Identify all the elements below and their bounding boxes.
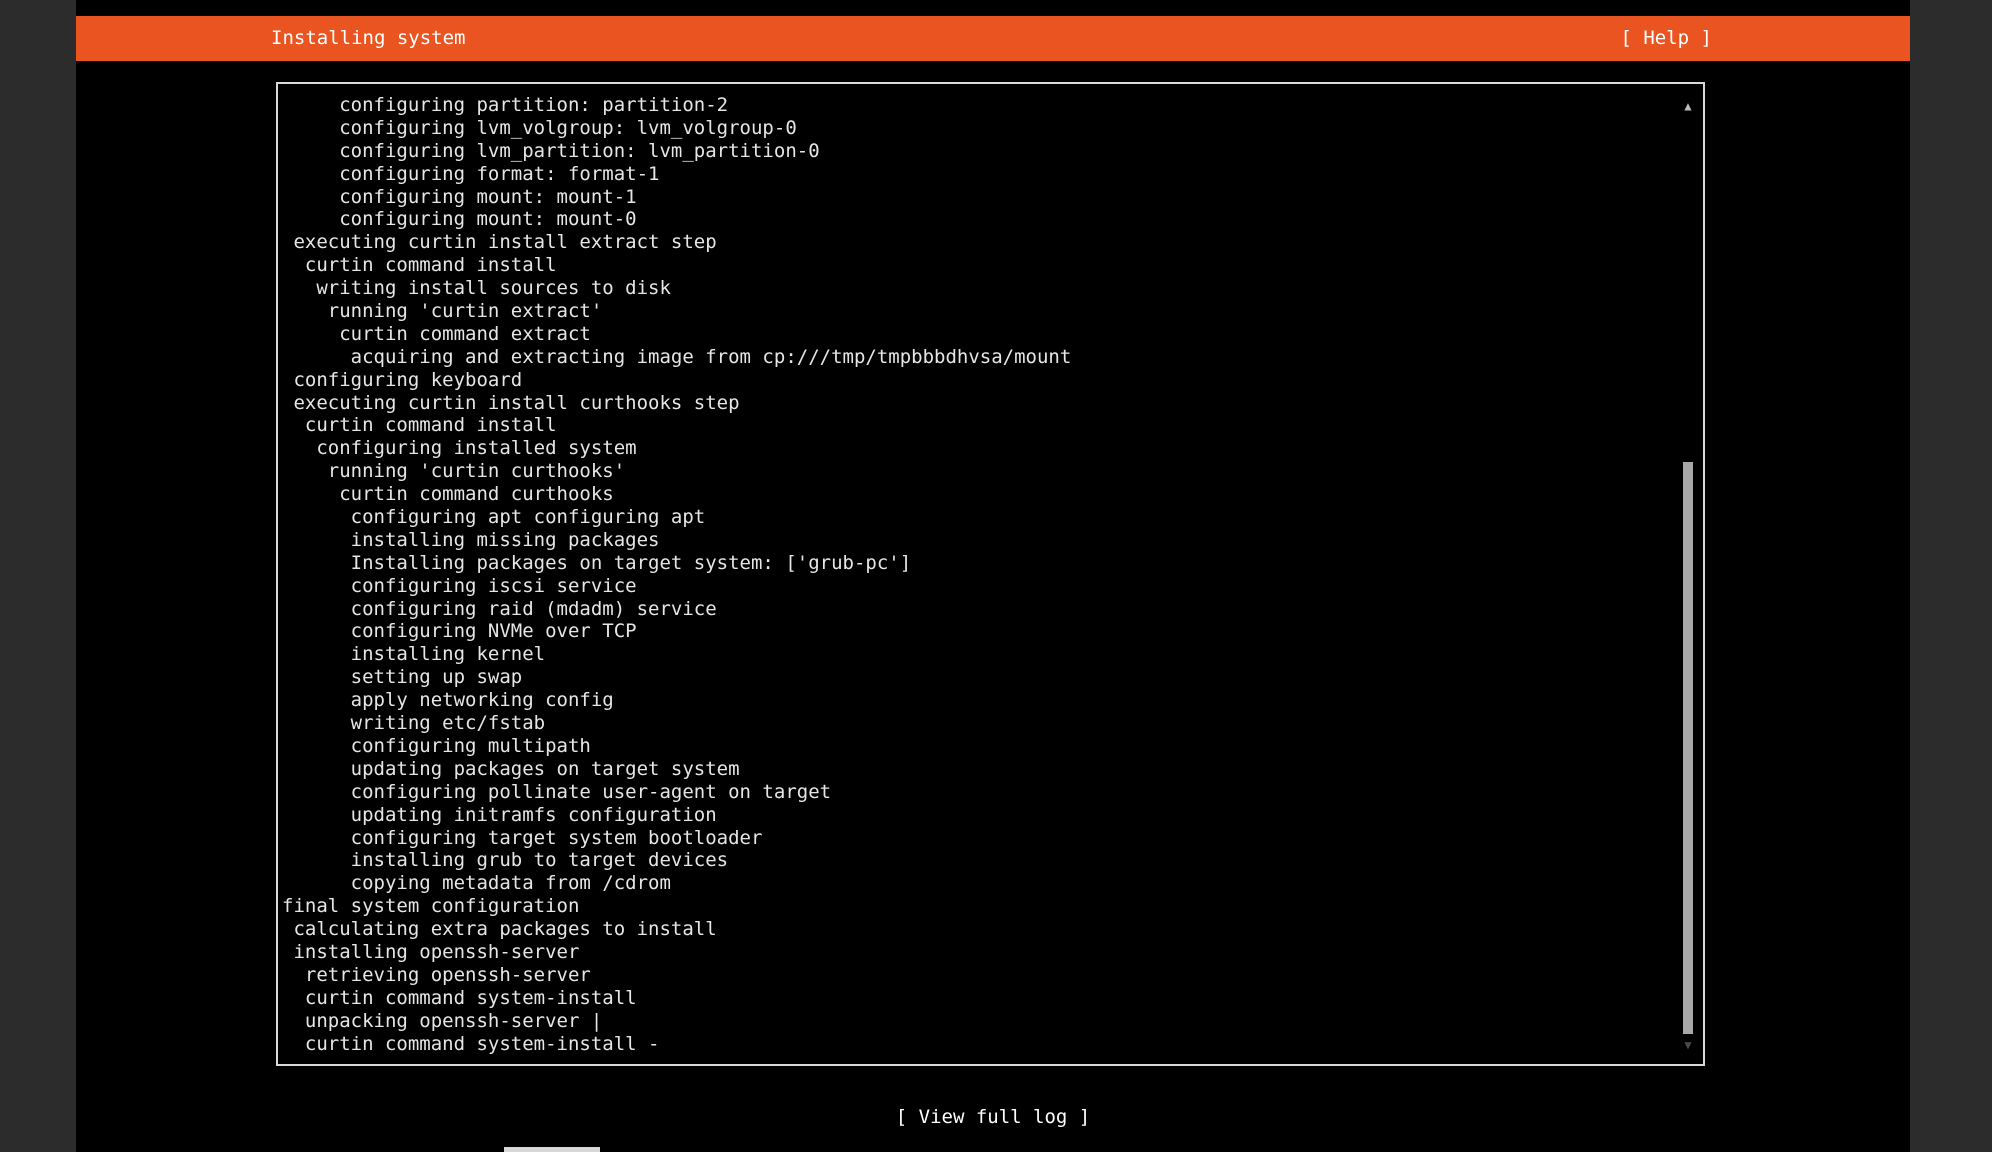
scrollbar-thumb[interactable]: [1683, 462, 1693, 1034]
log-line: curtin command system-install -: [282, 1032, 660, 1055]
log-line: running 'curtin curthooks': [282, 460, 626, 483]
log-line: executing curtin install extract step: [282, 231, 717, 254]
log-line: unpacking openssh-server |: [282, 1009, 603, 1032]
log-line: configuring target system bootloader: [282, 826, 763, 849]
log-line: curtin command extract: [282, 322, 591, 345]
log-line: retrieving openssh-server: [282, 963, 591, 986]
log-line: installing grub to target devices: [282, 849, 729, 872]
log-line: configuring mount: mount-1: [282, 185, 637, 208]
log-line: installing missing packages: [282, 528, 660, 551]
log-line: configuring keyboard: [282, 368, 523, 391]
scroll-down-arrow-icon[interactable]: ▼: [1681, 1038, 1695, 1052]
log-line: curtin command install: [282, 254, 557, 277]
scroll-up-arrow-icon[interactable]: ▲: [1681, 99, 1695, 113]
log-line: setting up swap: [282, 666, 523, 689]
install-log-list: configuring partition: partition-2 confi…: [282, 94, 1662, 1055]
install-log-panel[interactable]: configuring partition: partition-2 confi…: [276, 82, 1705, 1066]
header-bar: Installing system [ Help ]: [76, 16, 1910, 61]
log-line: configuring installed system: [282, 437, 637, 460]
log-line: configuring format: format-1: [282, 162, 660, 185]
log-line: copying metadata from /cdrom: [282, 872, 671, 895]
log-line: installing kernel: [282, 643, 546, 666]
log-line: configuring mount: mount-0: [282, 208, 637, 231]
log-line: configuring pollinate user-agent on targ…: [282, 780, 832, 803]
log-line: writing install sources to disk: [282, 277, 671, 300]
log-line: curtin command system-install: [282, 986, 637, 1009]
log-line: configuring lvm_partition: lvm_partition…: [282, 139, 820, 162]
page-title: Installing system: [271, 27, 466, 49]
log-line: calculating extra packages to install: [282, 918, 717, 941]
log-line: acquiring and extracting image from cp:/…: [282, 345, 1072, 368]
log-line: updating packages on target system: [282, 757, 740, 780]
focus-indicator: [504, 1147, 600, 1152]
installer-screen: Installing system [ Help ] configuring p…: [76, 0, 1910, 1152]
log-line: configuring partition: partition-2: [282, 94, 729, 116]
log-line: apply networking config: [282, 689, 614, 712]
log-line: curtin command curthooks: [282, 483, 614, 506]
log-line: Installing packages on target system: ['…: [282, 551, 912, 574]
log-line: writing etc/fstab: [282, 712, 546, 735]
help-button[interactable]: [ Help ]: [1620, 16, 1712, 61]
log-line: configuring multipath: [282, 734, 591, 757]
log-line: curtin command install: [282, 414, 557, 437]
footer: [ View full log ]: [76, 1104, 1910, 1130]
log-line: configuring apt configuring apt: [282, 506, 706, 529]
log-line: configuring lvm_volgroup: lvm_volgroup-0: [282, 116, 797, 139]
log-line: configuring NVMe over TCP: [282, 620, 637, 643]
log-line: configuring raid (mdadm) service: [282, 597, 717, 620]
log-line: final system configuration: [282, 895, 580, 918]
log-line: updating initramfs configuration: [282, 803, 717, 826]
log-line: running 'curtin extract': [282, 300, 603, 323]
log-line: executing curtin install curthooks step: [282, 391, 740, 414]
log-line: configuring iscsi service: [282, 574, 637, 597]
view-full-log-button[interactable]: [ View full log ]: [896, 1106, 1090, 1128]
log-line: installing openssh-server: [282, 940, 580, 963]
